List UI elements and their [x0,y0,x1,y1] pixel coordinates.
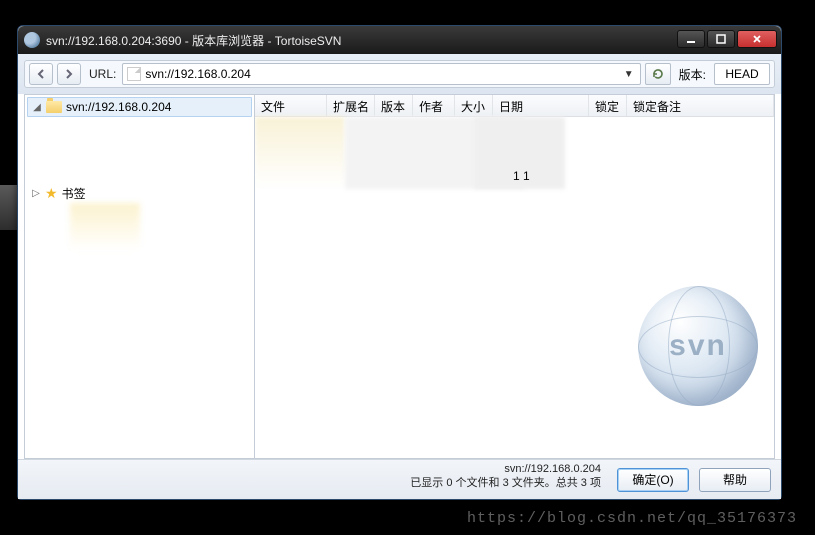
tree-blurred-items [70,203,140,251]
repo-browser-window: svn://192.168.0.204:3690 - 版本库浏览器 - Tort… [17,25,782,500]
back-button[interactable] [29,63,53,85]
tree-pane[interactable]: ◢ svn://192.168.0.204 ▷ ★ 书签 [25,95,255,458]
expand-toggle[interactable]: ◢ [32,102,42,113]
close-button[interactable] [737,30,777,48]
ok-button[interactable]: 确定(O) [617,468,689,492]
url-input[interactable]: svn://192.168.0.204 ▼ [122,63,640,85]
list-cell-value: 1 1 [513,169,530,183]
toolbar-area: URL: svn://192.168.0.204 ▼ 版本: HEAD [18,54,781,94]
refresh-button[interactable] [645,63,671,85]
col-size[interactable]: 大小 [455,95,493,116]
forward-button[interactable] [57,63,81,85]
minimize-button[interactable] [677,30,705,48]
url-label: URL: [85,67,118,81]
revision-input[interactable]: HEAD [714,63,770,85]
url-dropdown-arrow[interactable]: ▼ [622,69,636,80]
tree-root-node[interactable]: ◢ svn://192.168.0.204 [27,97,252,117]
status-path: svn://192.168.0.204 [410,462,601,476]
url-text: svn://192.168.0.204 [145,67,617,81]
column-headers: 文件 扩展名 版本 作者 大小 日期 锁定 锁定备注 [255,95,774,117]
window-title: svn://192.168.0.204:3690 - 版本库浏览器 - Tort… [46,32,675,49]
tree-bookmarks-label: 书签 [62,185,86,202]
tree-bookmarks-node[interactable]: ▷ ★ 书签 [27,183,252,203]
expand-toggle[interactable]: ▷ [31,188,41,199]
col-date[interactable]: 日期 [493,95,589,116]
tree-root-label: svn://192.168.0.204 [66,100,171,114]
col-author[interactable]: 作者 [413,95,455,116]
content-split: ◢ svn://192.168.0.204 ▷ ★ 书签 文件 扩展名 版本 作… [24,94,775,459]
page-icon [127,67,141,81]
col-lock-comment[interactable]: 锁定备注 [627,95,774,116]
list-blurred-region [255,117,345,189]
col-ext[interactable]: 扩展名 [327,95,375,116]
url-toolbar: URL: svn://192.168.0.204 ▼ 版本: HEAD [24,60,775,88]
dialog-footer: svn://192.168.0.204 已显示 0 个文件和 3 文件夹。总共 … [18,459,781,499]
revision-label: 版本: [675,66,710,83]
background-strip [0,185,17,230]
star-icon: ★ [45,186,58,200]
folder-icon [46,101,62,113]
col-rev[interactable]: 版本 [375,95,413,116]
list-pane[interactable]: 文件 扩展名 版本 作者 大小 日期 锁定 锁定备注 1 1 svn [255,95,774,458]
tortoisesvn-icon [24,32,40,48]
window-controls [675,30,777,50]
svn-watermark-globe: svn [638,286,758,406]
svn-logo-text: svn [669,329,727,363]
list-content[interactable]: 1 1 svn [255,117,774,458]
status-text: svn://192.168.0.204 已显示 0 个文件和 3 文件夹。总共 … [410,462,601,490]
status-count: 已显示 0 个文件和 3 文件夹。总共 3 项 [410,476,601,490]
col-file[interactable]: 文件 [255,95,327,116]
maximize-button[interactable] [707,30,735,48]
titlebar[interactable]: svn://192.168.0.204:3690 - 版本库浏览器 - Tort… [18,26,781,54]
blog-watermark: https://blog.csdn.net/qq_35176373 [467,510,797,527]
help-button[interactable]: 帮助 [699,468,771,492]
col-lock[interactable]: 锁定 [589,95,627,116]
